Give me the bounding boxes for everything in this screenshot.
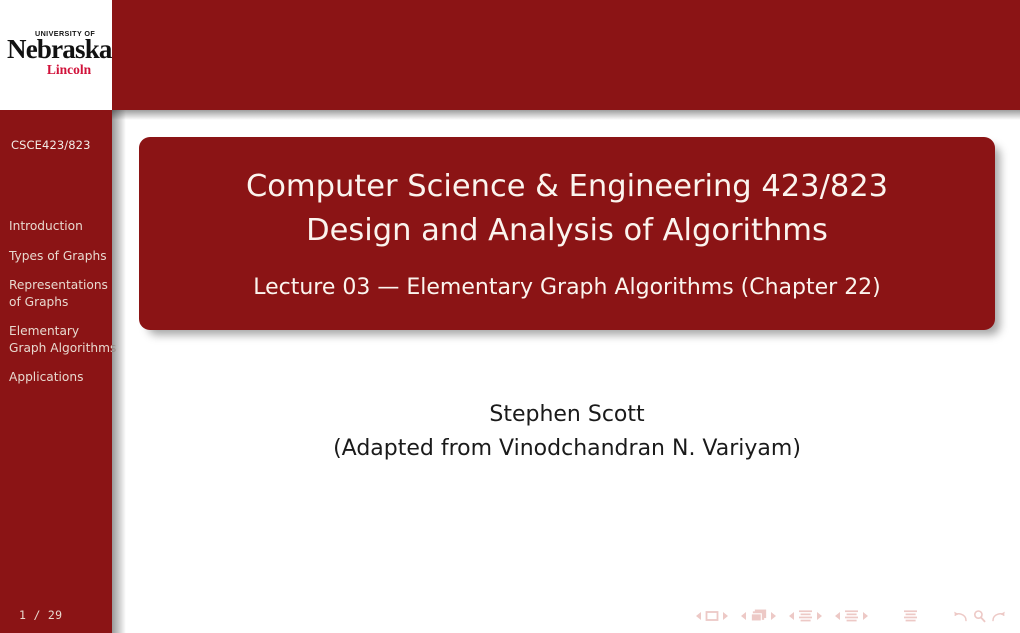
section-bars-icon[interactable] — [844, 609, 859, 623]
author-block: Stephen Scott (Adapted from Vinodchandra… — [139, 398, 995, 466]
title-block: Computer Science & Engineering 423/823 D… — [139, 137, 995, 330]
page-indicator: 1 / 29 — [19, 608, 63, 622]
header-band — [0, 0, 1020, 110]
header-band-shadow — [112, 110, 1020, 120]
presentation-navigation-group[interactable] — [903, 609, 918, 623]
next-slide-icon[interactable] — [723, 612, 728, 620]
sidebar-item-applications[interactable]: Applications — [9, 369, 119, 386]
next-section-icon[interactable] — [863, 612, 868, 620]
previous-subsection-icon[interactable] — [789, 612, 794, 620]
search-icon[interactable] — [972, 609, 987, 623]
previous-slide-icon[interactable] — [696, 612, 701, 620]
single-frame-icon[interactable] — [705, 610, 719, 622]
logo-nebraska-text: Nebraska — [7, 34, 112, 65]
stacked-frames-icon[interactable] — [750, 609, 767, 623]
sidebar-item-representations-of-graphs[interactable]: Representations of Graphs — [9, 277, 119, 310]
back-arrow-icon[interactable] — [953, 609, 969, 623]
title-line-1: Computer Science & Engineering 423/823 — [245, 169, 889, 204]
sidebar-item-elementary-graph-algorithms[interactable]: Elementary Graph Algorithms — [9, 323, 119, 356]
logo-lincoln-text: Lincoln — [46, 62, 92, 78]
logo-university-of-text: UNIVERSITY OF — [35, 29, 96, 39]
sidebar-item-introduction[interactable]: Introduction — [9, 218, 119, 235]
next-subsection-icon[interactable] — [817, 612, 822, 620]
author-adaptation-note: (Adapted from Vinodchandran N. Variyam) — [333, 436, 801, 461]
university-logo-panel: UNIVERSITY OF Nebraska Lincoln — [0, 0, 112, 110]
subsection-bars-icon[interactable] — [798, 609, 813, 623]
sidebar-navigation: CSCE423/823 Introduction Types of Graphs… — [0, 110, 116, 633]
section-navigation-group[interactable] — [835, 609, 868, 623]
university-logo: UNIVERSITY OF Nebraska Lincoln — [7, 29, 112, 78]
previous-frame-icon[interactable] — [741, 612, 746, 620]
next-frame-icon[interactable] — [771, 612, 776, 620]
frame-navigation-group[interactable] — [741, 609, 776, 623]
subsection-navigation-group[interactable] — [789, 609, 822, 623]
history-navigation-group[interactable] — [953, 609, 1006, 623]
sidebar-item-types-of-graphs[interactable]: Types of Graphs — [9, 248, 119, 265]
sidebar-course-label[interactable]: CSCE423/823 — [11, 138, 91, 152]
title-line-2: Design and Analysis of Algorithms — [306, 213, 828, 248]
beamer-navigation-bar — [696, 607, 1006, 625]
sidebar-item-list: Introduction Types of Graphs Representat… — [9, 218, 121, 399]
document-bars-icon[interactable] — [903, 609, 918, 623]
previous-section-icon[interactable] — [835, 612, 840, 620]
author-name: Stephen Scott — [489, 402, 645, 427]
slide-navigation-group[interactable] — [696, 610, 728, 622]
lecture-subtitle: Lecture 03 — Elementary Graph Algorithms… — [253, 275, 881, 300]
forward-arrow-icon[interactable] — [990, 609, 1006, 623]
sidebar-shadow — [112, 110, 126, 633]
